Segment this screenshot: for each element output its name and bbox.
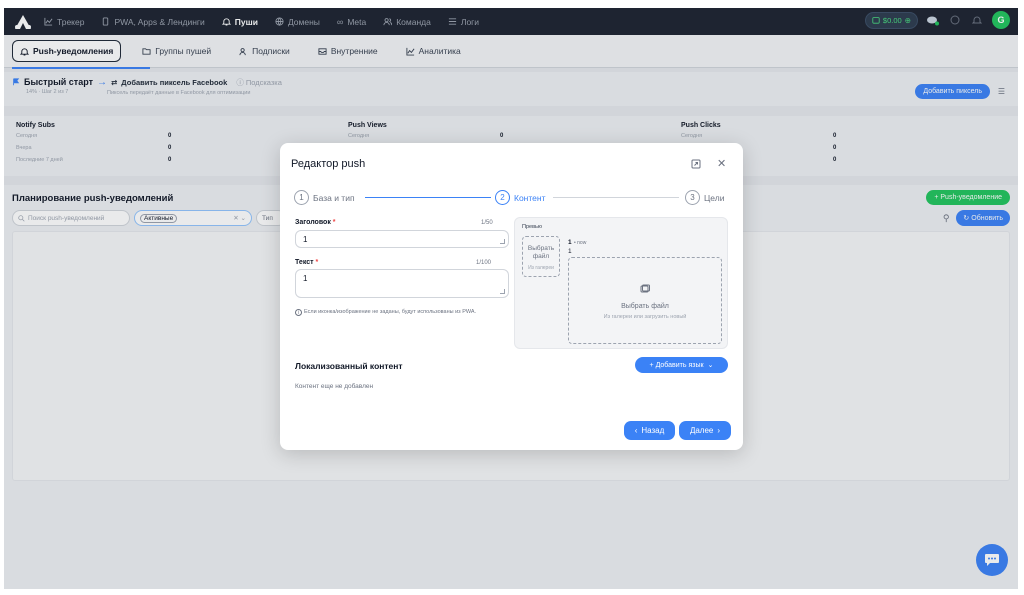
heading-input[interactable]: 1 [295, 230, 509, 248]
image-icon [640, 284, 650, 293]
step-base-and-type[interactable]: 1 База и тип [294, 190, 355, 205]
expand-icon[interactable] [691, 159, 701, 169]
back-button[interactable]: ‹ Назад [624, 421, 675, 440]
image-upload-slot[interactable]: Выбрать файл Из галереи или загрузить но… [568, 257, 722, 344]
step-goals[interactable]: 3 Цели [685, 190, 724, 205]
preview-label: Превью [522, 224, 542, 230]
heading-counter: 1/50 [481, 220, 493, 226]
step-connector [365, 197, 491, 198]
heading-label: Заголовок * [295, 219, 336, 226]
icon-upload-slot[interactable]: Выбрать файл Из галереи [522, 236, 560, 277]
chevron-left-icon: ‹ [634, 426, 638, 435]
step-content[interactable]: 2 Контент [495, 190, 546, 205]
step-connector [553, 197, 679, 198]
preview-title: 1 [568, 239, 572, 246]
add-language-button[interactable]: + Добавить язык ⌄ [635, 357, 728, 373]
preview-text: 1 [568, 248, 572, 255]
push-editor-modal: Редактор push ✕ 1 База и тип 2 Контент 3… [280, 143, 743, 450]
preview-time: • now [574, 240, 587, 246]
close-icon[interactable]: ✕ [717, 157, 726, 170]
modal-title: Редактор push [291, 158, 366, 170]
info-icon: i [295, 309, 302, 316]
chevron-right-icon: › [717, 426, 721, 435]
stepper: 1 База и тип 2 Контент 3 Цели [294, 190, 729, 206]
push-preview: Превью Выбрать файл Из галереи 1 • now 1… [514, 217, 728, 349]
resize-grip-icon[interactable] [500, 289, 505, 294]
info-note: i Если иконка/изображение не заданы, буду… [295, 308, 501, 316]
next-button[interactable]: Далее › [679, 421, 731, 440]
localized-content-title: Локализованный контент [295, 361, 403, 371]
text-input[interactable]: 1 [295, 269, 509, 298]
chevron-down-icon: ⌄ [707, 362, 714, 369]
resize-grip-icon[interactable] [500, 239, 505, 244]
localized-empty-text: Контент еще не добавлен [295, 383, 374, 390]
text-label: Текст * [295, 259, 319, 266]
text-counter: 1/100 [476, 260, 492, 266]
